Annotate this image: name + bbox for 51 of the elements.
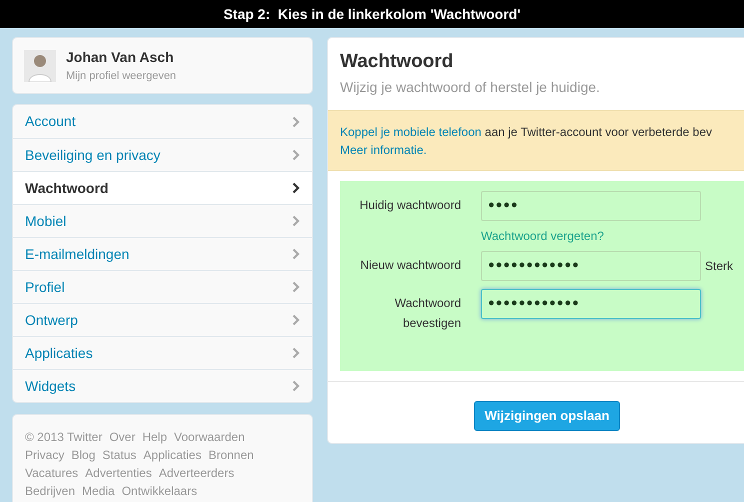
footer-link[interactable]: Advertenties (85, 465, 152, 481)
footer-link[interactable]: Ontwikkelaars (122, 483, 198, 499)
chevron-icon (292, 314, 300, 326)
caption: Stap 2: Kies in de linkerkolom 'Wachtwoord' (223, 4, 521, 24)
chevron-icon (292, 347, 300, 359)
profile-card[interactable]: Johan Van Asch Mijn profiel weergeven (12, 37, 313, 94)
chevron-icon (292, 149, 300, 161)
menu-item[interactable]: Account (13, 105, 312, 138)
chevron-icon (292, 248, 300, 260)
password-field[interactable]: ●●●●●●●●●●●● (481, 288, 701, 318)
footer-link[interactable]: Voorwaarden (174, 429, 245, 445)
menu-item[interactable]: Applicaties (13, 336, 312, 369)
menu-item[interactable]: Ontwerp (13, 303, 312, 336)
field-label: Huidig wachtwoord (358, 196, 461, 214)
menu-item[interactable]: Profiel (13, 270, 312, 303)
footer-link[interactable]: Applicaties (143, 447, 202, 463)
field-label: Nieuw wachtwoord (359, 256, 461, 274)
panel-title: Wachtwoord (340, 50, 454, 74)
footer-link[interactable]: Privacy (25, 447, 64, 463)
avatar-icon (24, 50, 56, 82)
menu-item[interactable]: Mobiel (13, 204, 312, 237)
profile-name: Johan Van Asch (66, 48, 175, 67)
footer-link[interactable]: Media (82, 483, 115, 499)
password-field[interactable]: ●●●●●●●●●●●● (481, 250, 701, 280)
notice-text: Koppel je mobiele telefoon aan je Twitter-account voor verbeterde bev Meer informatie. (340, 124, 714, 158)
save-button[interactable]: Wijzigingen opslaan (474, 400, 620, 430)
footer-link[interactable]: Vacatures (25, 465, 78, 481)
field-label: Wachtwoord bevestigen (394, 294, 461, 332)
chevron-icon (292, 281, 300, 293)
menu-item[interactable]: Widgets (13, 369, 312, 402)
footer-link[interactable]: Status (102, 447, 136, 463)
chevron-icon (292, 182, 300, 194)
profile-link[interactable]: Mijn profiel weergeven (66, 68, 176, 84)
footer-link[interactable]: Adverteerders (158, 465, 234, 481)
footer-link[interactable]: © 2013 Twitter (25, 429, 102, 445)
phone-link[interactable]: Koppel je mobiele telefoon (340, 124, 482, 138)
footer-link[interactable]: Bedrijven (25, 483, 76, 499)
footer-link[interactable]: Over (109, 429, 136, 445)
menu-item[interactable]: Wachtwoord (13, 171, 312, 204)
more-info-link[interactable]: Meer informatie. (340, 142, 427, 156)
footer-link[interactable]: Bronnen (208, 447, 254, 463)
chevron-icon (292, 380, 300, 392)
chevron-icon (292, 116, 300, 128)
chevron-icon (292, 215, 300, 227)
strength-label: Sterk (705, 258, 734, 274)
footer-link[interactable]: Blog (71, 447, 96, 463)
forgot-password-link[interactable]: Wachtwoord vergeten? (481, 226, 604, 244)
password-field[interactable]: ●●●● (481, 190, 701, 220)
panel-subtitle: Wijzig je wachtwoord of herstel je huidige. (340, 78, 601, 97)
footer-link[interactable]: Help (142, 429, 168, 445)
menu-item[interactable]: E-mailmeldingen (13, 237, 312, 270)
